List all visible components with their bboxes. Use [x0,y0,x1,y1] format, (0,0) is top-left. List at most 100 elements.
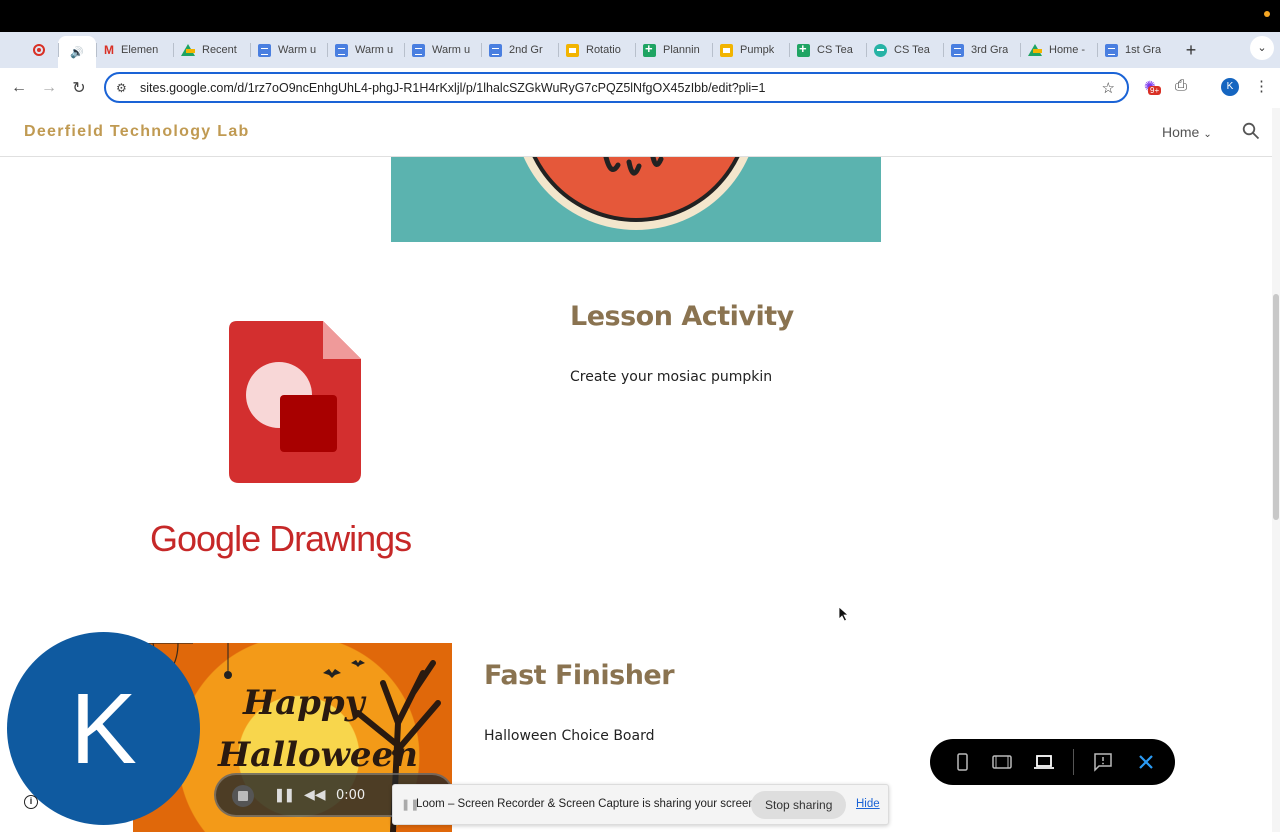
tab-drive-home[interactable]: Home - [1020,36,1097,64]
site-title[interactable]: Deerfield Technology Lab [24,123,250,141]
tab-sheets[interactable]: Plannin [635,36,712,64]
extensions-puzzle-icon[interactable]: ⎙ [1175,77,1187,94]
google-drawings-wordmark: Google Drawings [150,518,412,559]
status-dot [1264,11,1270,17]
laptop-preview-icon[interactable] [1034,752,1054,772]
tab-label: Rotatio [586,44,621,56]
tab-label: CS Tea [817,44,853,56]
stop-sharing-button[interactable]: Stop sharing [751,791,847,819]
pause-icon[interactable]: ❚❚ [274,787,295,803]
tab-doc[interactable]: 2nd Gr [481,36,558,64]
toolbar-divider [1073,749,1074,775]
tablet-preview-icon[interactable] [992,752,1012,772]
tab-label: Warm u [432,44,471,56]
tab-label: 2nd Gr [509,44,543,56]
google-slides-icon [566,43,579,57]
google-docs-icon [1105,43,1118,57]
recording-timer: 0:00 [336,788,366,803]
halloween-text-happy: Happy [243,683,365,723]
browser-menu-icon[interactable]: ⋮ [1254,77,1269,95]
google-docs-icon [951,43,964,57]
url-text[interactable]: sites.google.com/d/1rz7oO9ncEnhgUhL4-phg… [140,81,1070,95]
tab-label: Plannin [663,44,700,56]
os-top-bar [0,0,1280,32]
preview-device-toolbar [930,739,1175,785]
tab-label: Warm u [355,44,394,56]
phone-preview-icon[interactable] [952,752,972,772]
tab-slides[interactable]: Rotatio [558,36,635,64]
tab-label: Recent [202,44,237,56]
tab-strip: 🔊 M Elemen Recent Warm u Warm u Warm u 2n… [0,32,1280,68]
tab-recording[interactable] [20,36,58,64]
google-slides-icon [720,43,733,57]
tab-label: Home - [1049,44,1086,56]
lesson-activity-heading: Lesson Activity [570,301,794,332]
google-drawings-file-icon [229,321,361,483]
google-docs-icon [335,43,348,57]
info-icon[interactable]: i [24,795,38,809]
google-sheets-icon [797,41,810,57]
speaker-icon: 🔊 [70,46,84,59]
back-arrow-icon[interactable]: ← [4,79,34,97]
google-docs-icon [258,43,271,57]
browser-toolbar: ← → ↻ ⚙ sites.google.com/d/1rz7oO9ncEnhg… [0,68,1280,108]
halloween-text-halloween: Halloween [218,735,418,775]
bookmark-star-icon[interactable]: ☆ [1102,79,1115,97]
google-sites-icon [874,43,887,57]
tab-active-audio[interactable]: 🔊 [58,36,96,68]
tab-doc[interactable]: 1st Gra [1097,36,1174,64]
tab-doc[interactable]: Warm u [327,36,404,64]
forward-arrow-icon[interactable]: → [34,79,64,97]
page-scrollbar[interactable] [1272,108,1280,832]
tab-search-chevron-icon[interactable]: ⌄ [1250,36,1274,60]
extension-badge: 9+ [1148,86,1162,95]
restart-icon[interactable]: ◀◀ [304,786,326,803]
hide-link[interactable]: Hide [856,798,880,810]
tab-label: 1st Gra [1125,44,1162,56]
chevron-down-icon: ⌄ [1203,129,1212,140]
tab-doc[interactable]: Warm u [404,36,481,64]
reload-icon[interactable]: ↻ [64,78,94,98]
gmail-icon: M [104,43,114,57]
hero-pumpkin-banner [391,157,881,242]
pumpkin-circle-graphic [523,157,749,230]
camera-initial: K [70,673,137,785]
nav-home-menu[interactable]: Home ⌄ [1162,124,1212,140]
close-icon[interactable] [1136,752,1156,772]
tab-sheets[interactable]: CS Tea [789,36,866,64]
stop-recording-button[interactable] [232,785,254,807]
google-sheets-icon [643,41,656,57]
fast-finisher-text[interactable]: Halloween Choice Board [484,728,654,744]
extension-loom-icon[interactable]: ✺9+ [1144,78,1162,98]
tab-doc[interactable]: Warm u [250,36,327,64]
google-docs-icon [412,43,425,57]
tab-slides[interactable]: Pumpk [712,36,789,64]
tab-doc[interactable]: 3rd Gra [943,36,1020,64]
screen-share-notification: ❚❚ Loom – Screen Recorder & Screen Captu… [392,784,889,825]
fast-finisher-heading: Fast Finisher [484,660,675,691]
tab-label: Pumpk [740,44,775,56]
tab-sites[interactable]: CS Tea [866,36,943,64]
new-tab-button[interactable]: + [1178,40,1204,61]
lesson-activity-text[interactable]: Create your mosiac pumpkin [570,369,772,385]
tab-label: Elemen [121,44,159,56]
share-message: Loom – Screen Recorder & Screen Capture … [416,798,758,810]
site-settings-icon[interactable]: ⚙ [116,81,132,95]
search-icon[interactable] [1242,122,1260,140]
record-icon [33,44,45,56]
google-drive-icon [1028,44,1042,56]
tab-label: CS Tea [894,44,930,56]
address-bar[interactable]: ⚙ sites.google.com/d/1rz7oO9ncEnhgUhL4-p… [104,72,1129,103]
profile-avatar[interactable]: K [1221,78,1239,96]
google-docs-icon [489,43,502,57]
feedback-icon[interactable] [1093,752,1113,772]
scrollbar-thumb[interactable] [1273,294,1279,520]
tab-label: Warm u [278,44,317,56]
tab-drive-recent[interactable]: Recent [173,36,250,64]
google-drive-icon [181,44,195,56]
tab-label: 3rd Gra [971,44,1009,56]
tab-gmail[interactable]: M Elemen [96,36,173,64]
site-header: Deerfield Technology Lab Home ⌄ [0,108,1272,157]
mouse-cursor-icon [838,606,850,622]
nav-home-label: Home [1162,124,1200,140]
